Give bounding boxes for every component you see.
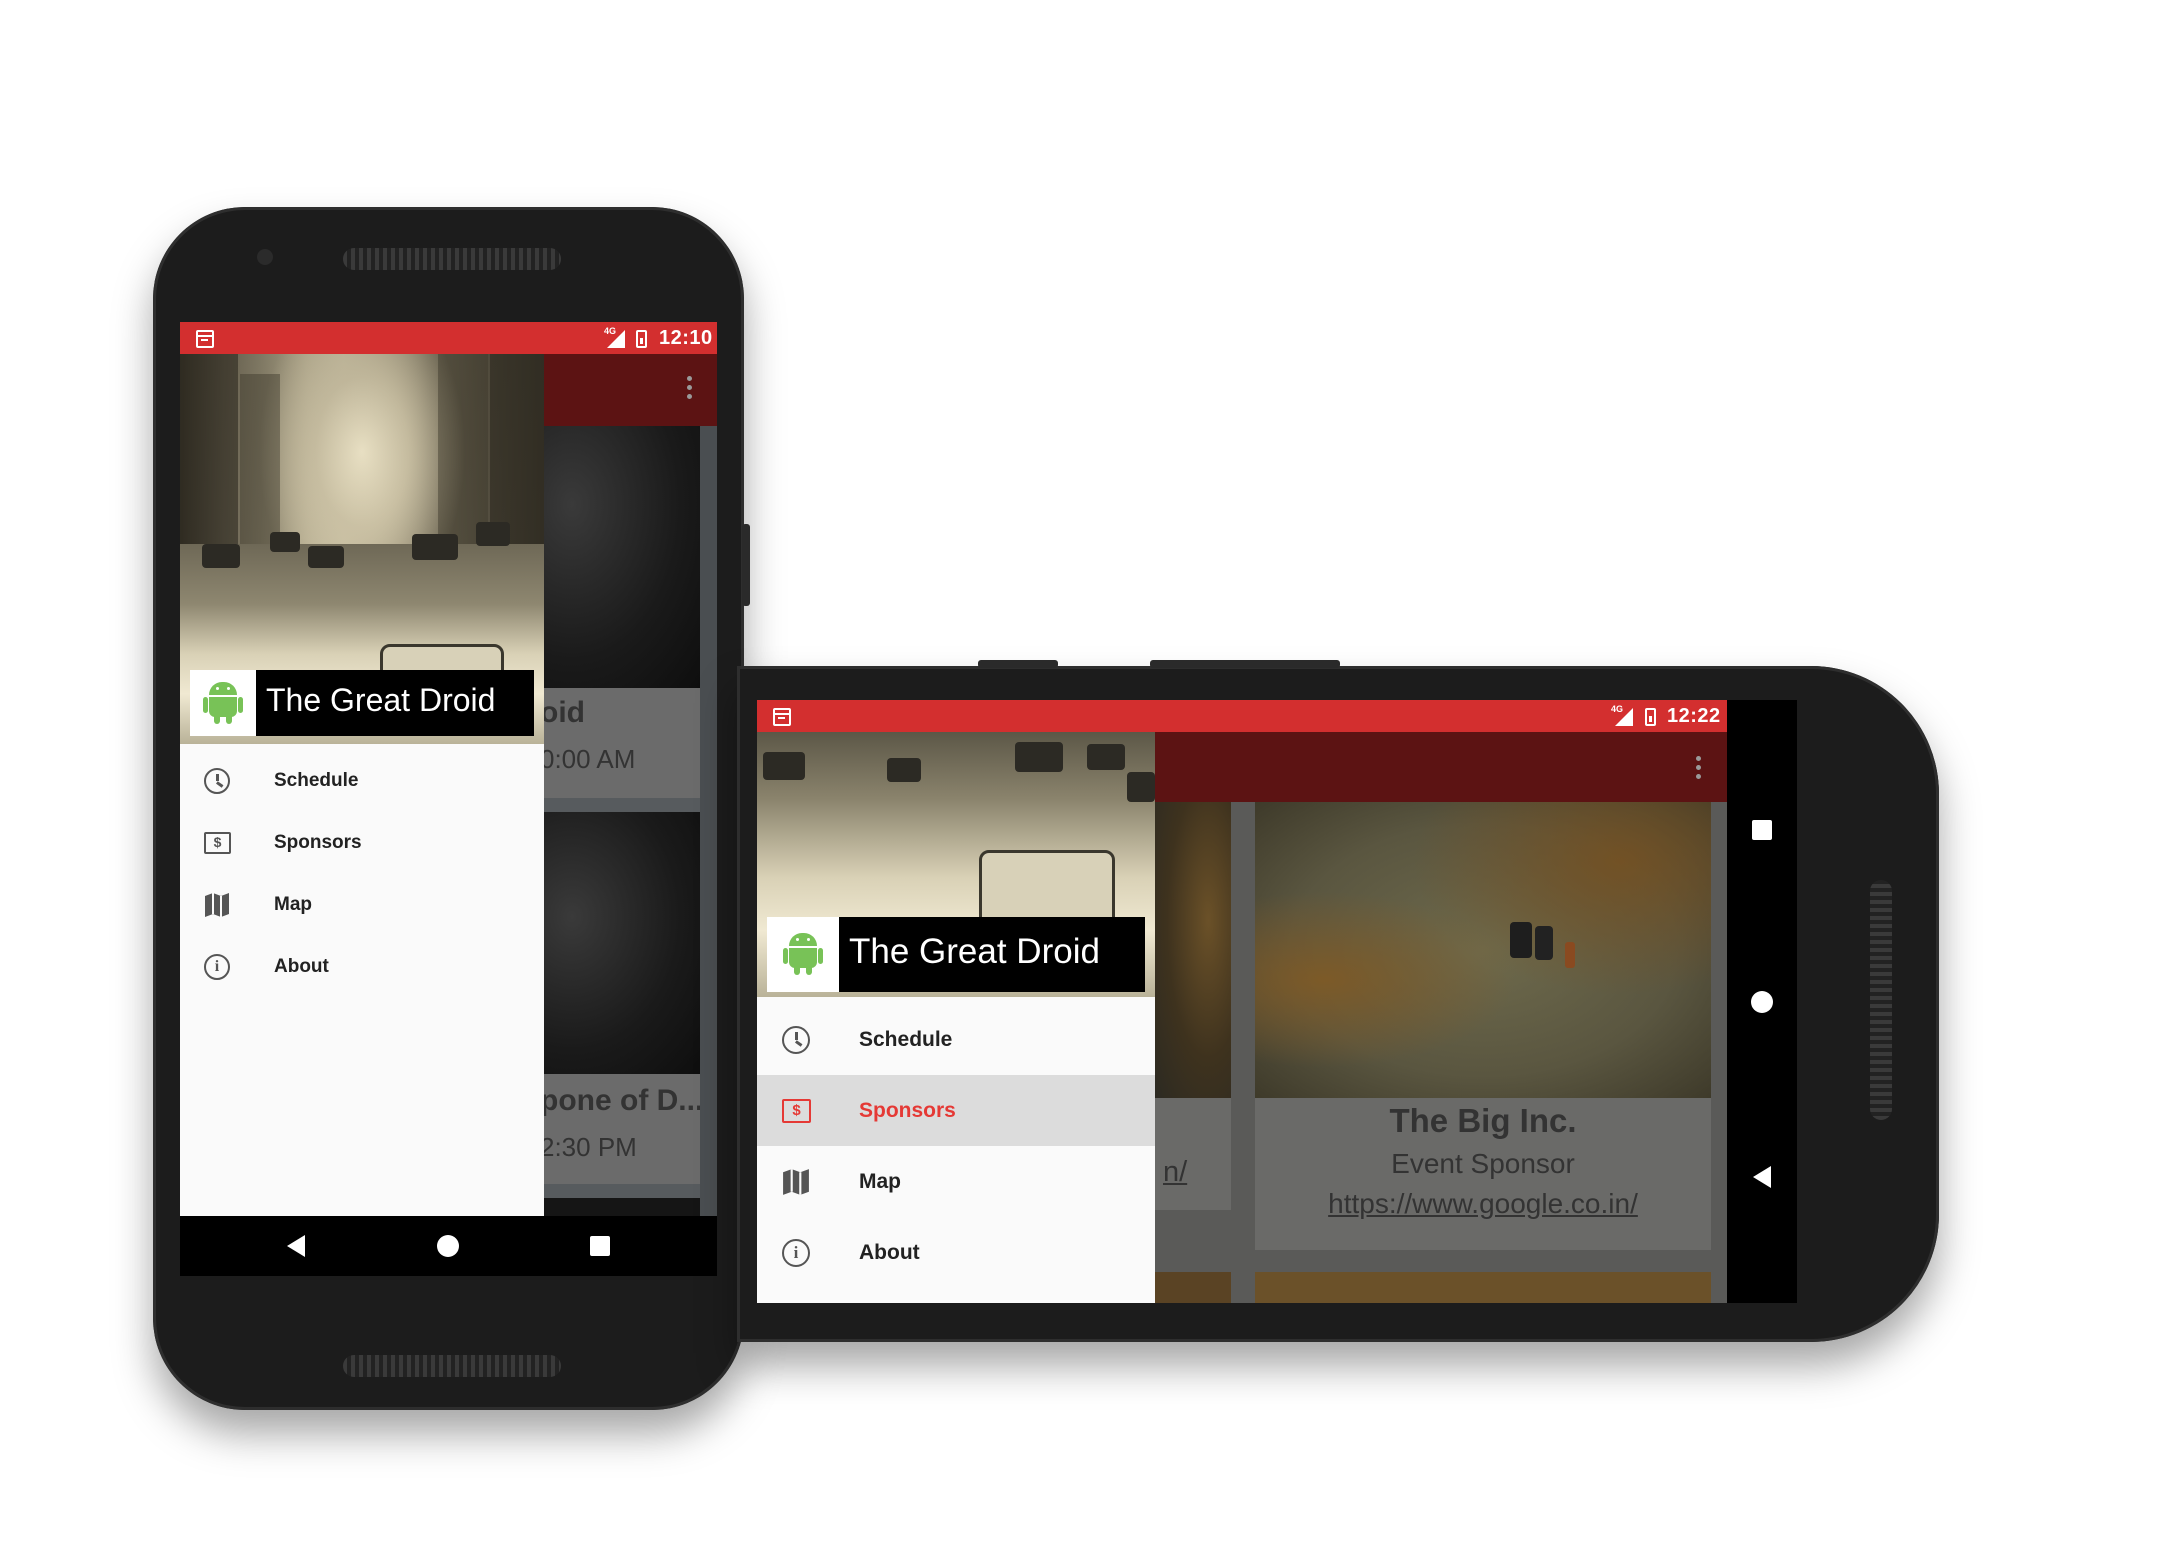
drawer-item-about[interactable]: i About [180, 936, 544, 998]
card-text-area: pone of D... 2:30 PM [540, 1074, 704, 1184]
back-button[interactable] [1753, 1166, 1771, 1188]
sponsor-type: Event Sponsor [1391, 1148, 1575, 1179]
signal-icon [607, 330, 625, 348]
clock-icon [782, 1026, 810, 1054]
drawer-item-label: Schedule [859, 1028, 953, 1051]
profile-name-bar: The Great Droid [252, 670, 534, 736]
top-speaker [343, 248, 561, 270]
overflow-menu-icon[interactable] [1696, 756, 1702, 783]
info-icon: i [782, 1239, 810, 1267]
system-nav-bar [1727, 700, 1797, 1303]
back-button[interactable] [287, 1235, 305, 1257]
recents-button[interactable] [590, 1236, 610, 1256]
battery-icon [1645, 708, 1656, 726]
clock-icon [204, 768, 230, 794]
card-text-area: n/ [1155, 1098, 1231, 1210]
bottom-speaker [343, 1355, 561, 1377]
profile-name: The Great Droid [849, 932, 1100, 971]
sponsor-name: The Big Inc. [1389, 1102, 1577, 1139]
card-image [1155, 802, 1231, 1098]
landscape-screen: n/ The Big Inc. Event Sponsor https://ww… [757, 700, 1797, 1303]
sponsor-url[interactable]: https://www.google.co.in/ [1255, 1188, 1711, 1220]
status-time: 12:10 [659, 327, 713, 349]
home-button[interactable] [1751, 991, 1773, 1013]
drawer-item-label: Sponsors [859, 1099, 956, 1122]
map-icon [783, 1169, 809, 1195]
drawer-item-label: Map [274, 894, 312, 915]
card-time: 2:30 PM [540, 1132, 637, 1162]
card-link[interactable]: n/ [1163, 1156, 1187, 1189]
card-time: 0:00 AM [540, 744, 636, 774]
money-icon: $ [782, 1099, 811, 1123]
drawer-item-label: Schedule [274, 770, 359, 791]
front-camera [257, 249, 273, 265]
status-time: 12:22 [1667, 705, 1721, 727]
signal-icon [1615, 708, 1633, 726]
navigation-drawer: The Great Droid Schedule $ Sponsors Map … [180, 354, 544, 1216]
card-text-area: oid 0:00 AM [540, 688, 700, 798]
overflow-menu-icon[interactable] [687, 376, 693, 403]
profile-name: The Great Droid [266, 682, 496, 718]
money-icon: $ [204, 832, 231, 854]
avatar[interactable] [190, 670, 256, 736]
calendar-notification-icon [196, 330, 214, 348]
sponsor-card-text: The Big Inc. Event Sponsor https://www.g… [1255, 1098, 1711, 1250]
drawer-item-sponsors[interactable]: $ Sponsors [180, 812, 544, 874]
portrait-screen: oid 0:00 AM pone of D... 2:30 PM 4G 12:1… [180, 322, 717, 1276]
android-icon [783, 929, 823, 979]
drawer-item-schedule[interactable]: Schedule [757, 1004, 1155, 1075]
card-image [540, 812, 700, 1074]
drawer-item-schedule[interactable]: Schedule [180, 750, 544, 812]
card-image [540, 1198, 700, 1218]
system-nav-bar [180, 1216, 717, 1276]
power-button [978, 660, 1058, 668]
android-icon [203, 678, 243, 728]
status-bar: 4G 12:22 [757, 700, 1727, 732]
card-image [540, 426, 700, 688]
battery-icon [636, 330, 647, 348]
power-button [742, 524, 750, 606]
volume-button [1150, 660, 1340, 668]
map-icon [205, 893, 229, 917]
drawer-item-map[interactable]: Map [180, 874, 544, 936]
navigation-drawer: The Great Droid Schedule $ Sponsors Map … [757, 732, 1155, 1303]
status-bar: 4G 12:10 [180, 322, 717, 354]
card-image [1255, 1272, 1711, 1303]
drawer-item-label: Map [859, 1170, 901, 1193]
profile-name-bar: The Great Droid [837, 917, 1145, 992]
sponsor-image [1255, 802, 1711, 1098]
scroll-gutter [700, 426, 717, 1218]
drawer-item-map[interactable]: Map [757, 1146, 1155, 1217]
speaker-grille [1870, 880, 1892, 1120]
drawer-item-about[interactable]: i About [757, 1217, 1155, 1288]
card-title: oid [540, 696, 585, 729]
card-title: pone of D... [540, 1084, 704, 1117]
avatar[interactable] [767, 917, 839, 992]
drawer-item-label: About [274, 956, 329, 977]
calendar-notification-icon [773, 708, 791, 726]
home-button[interactable] [437, 1235, 459, 1257]
drawer-item-sponsors[interactable]: $ Sponsors [757, 1075, 1155, 1146]
info-icon: i [204, 954, 230, 980]
drawer-item-label: About [859, 1241, 920, 1264]
card-image [1155, 1272, 1231, 1303]
recents-button[interactable] [1752, 820, 1772, 840]
drawer-item-label: Sponsors [274, 832, 362, 853]
taxi-image [979, 850, 1115, 922]
